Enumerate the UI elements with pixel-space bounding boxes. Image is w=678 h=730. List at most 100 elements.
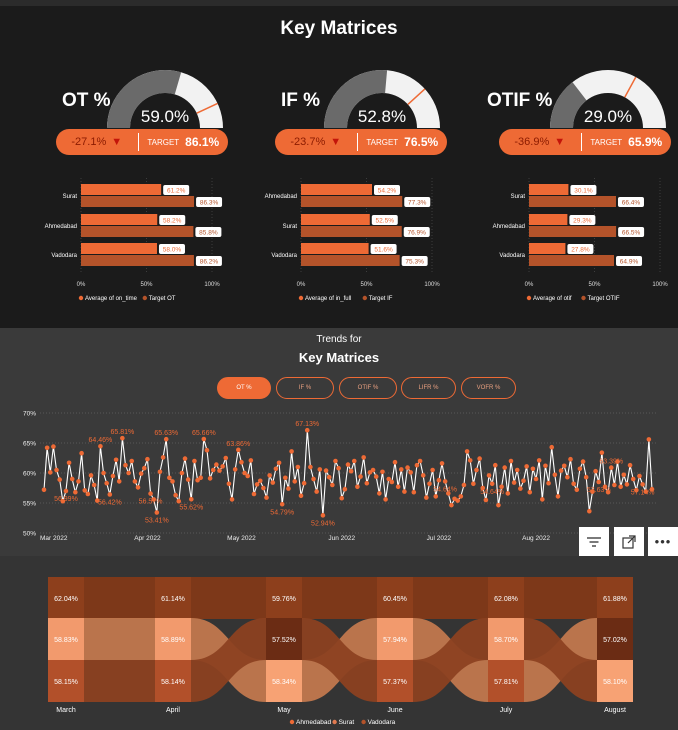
- tab-vofr[interactable]: VOFR %: [461, 377, 516, 399]
- data-label: 54.64%: [480, 489, 504, 496]
- kpi-pill-ot: -27.1% ▼ TARGET 86.1%: [56, 129, 228, 155]
- data-label: 57.94%: [383, 637, 407, 644]
- data-point: [486, 473, 492, 478]
- data-label: 64.9%: [620, 259, 639, 266]
- kpi-value-if: 52.8%: [357, 107, 407, 126]
- delta-value: -23.7%: [290, 136, 326, 148]
- data-point: [167, 475, 172, 481]
- data-point: [145, 456, 150, 462]
- data-point: [79, 450, 84, 456]
- data-point: [345, 462, 351, 467]
- legend-label: Average of on_time: [85, 296, 138, 302]
- data-point: [210, 467, 216, 473]
- data-label: 51.6%: [374, 247, 393, 254]
- data-point: [577, 466, 583, 472]
- data-point: [76, 479, 81, 484]
- data-label: 62.08%: [494, 596, 518, 603]
- data-label: 54.2%: [378, 188, 397, 195]
- data-point: [414, 462, 420, 468]
- data-point: [104, 480, 109, 486]
- data-point: [270, 480, 276, 485]
- tab-if[interactable]: IF %: [276, 377, 334, 399]
- data-point: [492, 462, 498, 468]
- page-title: Key Matrices: [280, 18, 398, 39]
- data-point: [226, 481, 232, 487]
- bar-target: [301, 226, 402, 237]
- data-point: [336, 465, 341, 471]
- ribbon-vadodara: [84, 660, 155, 702]
- x-tick-label: 50%: [588, 282, 601, 288]
- data-point: [430, 467, 435, 473]
- data-point: [442, 479, 448, 484]
- data-point: [148, 491, 153, 496]
- x-tick-label: 50%: [140, 282, 153, 288]
- data-point: [204, 447, 210, 453]
- focus-mode-button[interactable]: [614, 527, 644, 556]
- data-point: [402, 489, 407, 494]
- data-point: [364, 480, 370, 486]
- legend-label: Average of otif: [533, 296, 572, 302]
- data-point: [612, 482, 617, 488]
- data-point: [464, 449, 470, 454]
- data-point: [540, 497, 545, 502]
- data-point: [264, 495, 269, 500]
- data-point: [467, 458, 473, 463]
- data-point: [66, 460, 72, 466]
- data-point: [63, 488, 69, 494]
- kpi-value-ot: 59.0%: [140, 107, 190, 126]
- tab-lifr[interactable]: LIFR %: [401, 377, 456, 399]
- data-point: [398, 467, 404, 472]
- data-label: 30.1%: [574, 188, 593, 195]
- data-point: [439, 461, 445, 466]
- data-point: [170, 479, 175, 484]
- data-point: [188, 496, 194, 502]
- x-tick-label: Aug 2022: [522, 535, 550, 542]
- filter-button[interactable]: [579, 527, 609, 556]
- y-tick-label: 50%: [23, 531, 36, 538]
- data-point: [561, 463, 567, 469]
- target-value: 65.9%: [628, 135, 663, 149]
- data-point: [141, 465, 147, 471]
- data-point: [132, 479, 138, 484]
- data-point: [157, 469, 163, 475]
- data-point: [558, 468, 564, 473]
- bar-chart-if: 0% 50% 100% Ahmedabad 54.2% 77.3% Surat 52.5% 76…: [265, 178, 440, 302]
- data-point: [471, 481, 476, 487]
- x-tick-label: 50%: [360, 282, 373, 288]
- data-point: [126, 470, 131, 476]
- data-point: [245, 473, 251, 479]
- data-label: 58.10%: [603, 679, 627, 686]
- bar-actual: [529, 243, 566, 254]
- legend-label: Target OTIF: [588, 296, 620, 302]
- tab-otif[interactable]: OTIF %: [339, 377, 397, 399]
- x-tick-label: 100%: [204, 282, 220, 288]
- data-point: [179, 470, 185, 476]
- data-point: [251, 491, 257, 497]
- ribbon-chart: 62.04% 58.83% 58.15% March 61.14% 58.89% 58.14…: [48, 577, 633, 726]
- data-label: 57.14%: [631, 489, 655, 496]
- data-label: 58.0%: [163, 247, 182, 254]
- data-point: [120, 435, 125, 441]
- data-point: [596, 479, 602, 485]
- bar-actual: [81, 184, 162, 195]
- data-label: 53.63%: [587, 487, 611, 494]
- data-point: [640, 482, 645, 487]
- data-point: [618, 484, 623, 490]
- data-point: [301, 480, 307, 486]
- data-point: [627, 462, 633, 468]
- tab-ot[interactable]: OT %: [217, 377, 271, 399]
- more-options-button[interactable]: •••: [648, 527, 678, 556]
- data-point: [392, 459, 398, 465]
- data-label: 59.76%: [272, 596, 296, 603]
- x-tick-label: 0%: [525, 282, 534, 288]
- bar-target: [81, 226, 194, 237]
- legend-marker: [526, 295, 532, 301]
- down-arrow-icon: ▼: [330, 136, 342, 148]
- data-point: [116, 479, 122, 484]
- data-point: [505, 491, 511, 496]
- x-tick-label: Jul 2022: [427, 535, 452, 542]
- data-label: 53.41%: [145, 518, 169, 525]
- target-badge: TARGET 65.9%: [582, 135, 671, 149]
- data-point: [424, 495, 429, 500]
- x-tick-label: Apr 2022: [134, 535, 161, 542]
